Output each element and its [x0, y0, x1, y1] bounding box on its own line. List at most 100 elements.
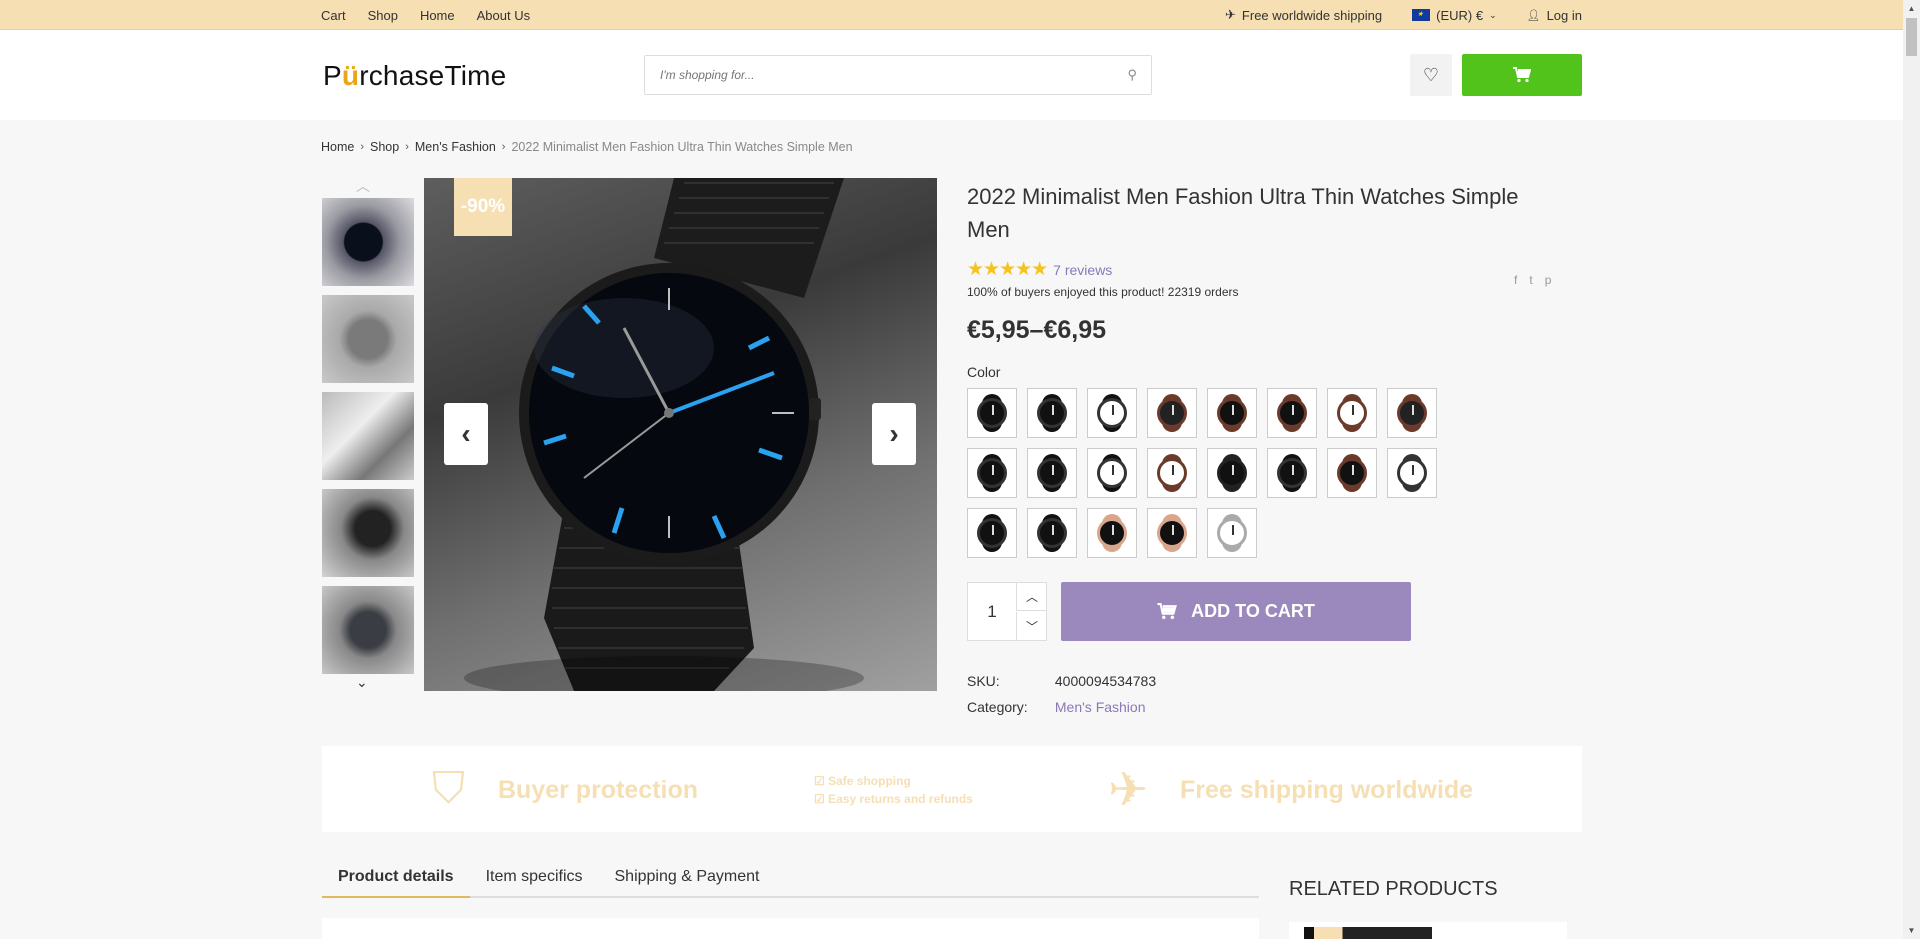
- topbar-link-shop[interactable]: Shop: [368, 8, 398, 23]
- color-swatch[interactable]: [1387, 448, 1437, 498]
- heart-icon: ♡: [1422, 64, 1440, 85]
- watch-thumbnail-icon: [1097, 398, 1127, 428]
- site-logo[interactable]: PürchaseTime: [323, 60, 506, 92]
- color-swatch[interactable]: [1207, 508, 1257, 558]
- login-link[interactable]: 👤︎ Log in: [1527, 8, 1582, 23]
- thumbnail-list: [322, 198, 414, 683]
- color-swatch[interactable]: [1087, 388, 1137, 438]
- breadcrumb-home[interactable]: Home: [321, 140, 354, 154]
- thumbnail-scroll-down-icon[interactable]: ⌄: [356, 674, 368, 691]
- thumbnail-5[interactable]: [322, 586, 414, 674]
- color-swatch[interactable]: [1027, 508, 1077, 558]
- search-input[interactable]: [645, 56, 1085, 94]
- thumbnail-4[interactable]: [322, 489, 414, 577]
- quantity-stepper: ︿ ﹀: [967, 582, 1047, 641]
- currency-selector[interactable]: (EUR) € ⌄: [1412, 8, 1497, 23]
- color-swatch[interactable]: [1087, 448, 1137, 498]
- pinterest-icon[interactable]: p: [1545, 273, 1552, 287]
- watch-thumbnail-icon: [1037, 398, 1067, 428]
- buyer-protection-heading: Buyer protection: [498, 776, 699, 804]
- reviews-link[interactable]: 7 reviews: [1053, 262, 1112, 278]
- user-icon: 👤︎: [1526, 9, 1541, 22]
- sku-label: SKU:: [967, 673, 1000, 689]
- header-cart-button[interactable]: [1462, 54, 1582, 96]
- color-swatch[interactable]: [1147, 448, 1197, 498]
- category-label: Category:: [967, 699, 1028, 715]
- watch-thumbnail-icon: [1037, 458, 1067, 488]
- color-label: Color: [967, 364, 1001, 380]
- color-swatch[interactable]: [1087, 508, 1137, 558]
- scrollbar-thumb[interactable]: [1906, 18, 1917, 56]
- thumbnail-2[interactable]: [322, 295, 414, 383]
- page-scrollbar[interactable]: ▲ ▼: [1903, 0, 1920, 939]
- color-swatch[interactable]: [1027, 388, 1077, 438]
- product-main-image[interactable]: -90% ‹ ›: [424, 178, 937, 691]
- sku-row: SKU: 4000094534783: [967, 673, 1156, 689]
- color-swatch[interactable]: [1327, 448, 1377, 498]
- topbar-link-home[interactable]: Home: [420, 8, 455, 23]
- thumbnail-1[interactable]: [322, 198, 414, 286]
- color-swatch[interactable]: [1147, 508, 1197, 558]
- watch-thumbnail-icon: [977, 458, 1007, 488]
- free-shipping-heading: Free shipping worldwide: [1180, 776, 1474, 804]
- quantity-decrease-button[interactable]: ﹀: [1016, 612, 1047, 640]
- watch-thumbnail-icon: [1397, 398, 1427, 428]
- color-swatch[interactable]: [1267, 388, 1317, 438]
- scroll-down-icon[interactable]: ▼: [1903, 922, 1920, 939]
- cart-icon: [1513, 67, 1531, 83]
- topbar-link-cart[interactable]: Cart: [321, 8, 346, 23]
- tab-shipping-payment[interactable]: Shipping & Payment: [599, 862, 776, 898]
- breadcrumb-shop[interactable]: Shop: [370, 140, 399, 154]
- facebook-icon[interactable]: f: [1514, 273, 1517, 287]
- trust-banner: ⛉ Buyer protection ☑ Safe shopping ☑ Eas…: [322, 746, 1582, 832]
- color-swatch[interactable]: [1147, 388, 1197, 438]
- color-swatch[interactable]: [1387, 388, 1437, 438]
- quantity-increase-button[interactable]: ︿: [1016, 583, 1047, 611]
- watch-thumbnail-icon: [1277, 458, 1307, 488]
- discount-badge: -90%: [454, 178, 512, 236]
- color-swatch[interactable]: [967, 508, 1017, 558]
- search-icon[interactable]: ⚲: [1127, 67, 1137, 83]
- tab-product-details[interactable]: Product details: [322, 862, 470, 898]
- tab-content: [322, 918, 1259, 939]
- watch-thumbnail-icon: [1157, 458, 1187, 488]
- related-product-image: [1304, 927, 1432, 939]
- watch-thumbnail-icon: [1277, 398, 1307, 428]
- related-product-card[interactable]: [1289, 922, 1567, 939]
- image-prev-button[interactable]: ‹: [444, 403, 488, 465]
- watch-illustration: [464, 178, 864, 691]
- add-to-cart-button[interactable]: ADD TO CART: [1061, 582, 1411, 641]
- color-swatch[interactable]: [1027, 448, 1077, 498]
- chevron-down-icon: ﹀: [1025, 619, 1038, 634]
- color-swatch[interactable]: [1327, 388, 1377, 438]
- sku-value: 4000094534783: [1054, 673, 1157, 689]
- watch-thumbnail-icon: [1097, 458, 1127, 488]
- thumbnail-3[interactable]: [322, 392, 414, 480]
- color-swatch[interactable]: [967, 448, 1017, 498]
- category-link[interactable]: Men's Fashion: [1055, 699, 1146, 715]
- topbar-link-about[interactable]: About Us: [477, 8, 530, 23]
- cart-icon: [1157, 603, 1178, 620]
- search-box: ⚲: [644, 55, 1152, 95]
- watch-thumbnail-icon: [1397, 458, 1427, 488]
- breadcrumb: Home › Shop › Men's Fashion › 2022 Minim…: [321, 140, 853, 154]
- watch-thumbnail-icon: [1157, 518, 1187, 548]
- color-swatch[interactable]: [1267, 448, 1317, 498]
- twitter-icon[interactable]: t: [1529, 273, 1532, 287]
- wishlist-button[interactable]: ♡: [1410, 54, 1452, 96]
- color-swatch[interactable]: [967, 388, 1017, 438]
- watch-thumbnail-icon: [1217, 518, 1247, 548]
- thumbnail-scroll-up-icon[interactable]: ︿: [356, 176, 370, 196]
- scroll-up-icon[interactable]: ▲: [1903, 0, 1920, 17]
- breadcrumb-mens-fashion[interactable]: Men's Fashion: [415, 140, 496, 154]
- watch-thumbnail-icon: [1337, 458, 1367, 488]
- watch-thumbnail-icon: [977, 398, 1007, 428]
- color-swatch[interactable]: [1207, 388, 1257, 438]
- tab-item-specifics[interactable]: Item specifics: [470, 862, 599, 898]
- watch-thumbnail-icon: [1217, 458, 1247, 488]
- image-next-button[interactable]: ›: [872, 403, 916, 465]
- category-row: Category: Men's Fashion: [967, 699, 1146, 715]
- share-links: f t p: [1514, 273, 1551, 287]
- quantity-input[interactable]: [968, 583, 1016, 640]
- color-swatch[interactable]: [1207, 448, 1257, 498]
